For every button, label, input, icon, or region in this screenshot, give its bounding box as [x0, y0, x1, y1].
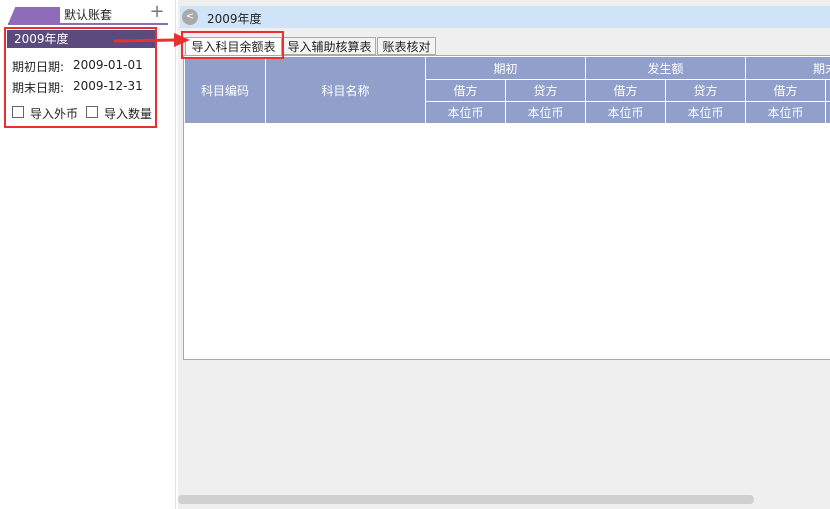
column-header-opening-debit-local[interactable]: 本位币	[426, 102, 506, 124]
column-header-code[interactable]: 科目编码	[185, 57, 266, 124]
tab-reconcile[interactable]: 账表核对	[377, 37, 436, 55]
back-button[interactable]: <	[182, 9, 198, 25]
column-header-ending-credit-partial	[826, 80, 830, 102]
column-header-ending-debit[interactable]: 借方	[746, 80, 826, 102]
column-header-amount-debit[interactable]: 借方	[586, 80, 666, 102]
group-header-opening: 期初	[426, 57, 586, 80]
column-header-ending-debit-local[interactable]: 本位币	[746, 102, 826, 124]
sidebar-divider	[175, 0, 176, 509]
page-title: 2009年度	[207, 12, 262, 26]
group-header-ending: 期末	[746, 57, 830, 80]
column-header-amount-debit-local[interactable]: 本位币	[586, 102, 666, 124]
highlight-box-tab	[181, 31, 284, 59]
column-header-opening-debit[interactable]: 借方	[426, 80, 506, 102]
horizontal-scrollbar[interactable]	[178, 495, 754, 504]
ledger-tab-underline	[8, 23, 168, 25]
title-bar	[180, 6, 830, 28]
column-header-opening-credit-local[interactable]: 本位币	[506, 102, 586, 124]
column-header-amount-credit-local[interactable]: 本位币	[666, 102, 746, 124]
column-header-opening-credit[interactable]: 贷方	[506, 80, 586, 102]
ledger-tab-marker[interactable]	[8, 7, 60, 24]
tab-import-auxiliary[interactable]: 导入辅助核算表	[283, 37, 376, 55]
add-icon[interactable]: +	[148, 3, 166, 21]
column-header-ending-credit-local-partial	[826, 102, 830, 124]
group-header-amount: 发生额	[586, 57, 746, 80]
ledger-tab-label[interactable]: 默认账套	[64, 6, 112, 23]
annotation-arrow-icon	[113, 33, 190, 47]
column-header-name[interactable]: 科目名称	[266, 57, 426, 124]
column-header-amount-credit[interactable]: 贷方	[666, 80, 746, 102]
